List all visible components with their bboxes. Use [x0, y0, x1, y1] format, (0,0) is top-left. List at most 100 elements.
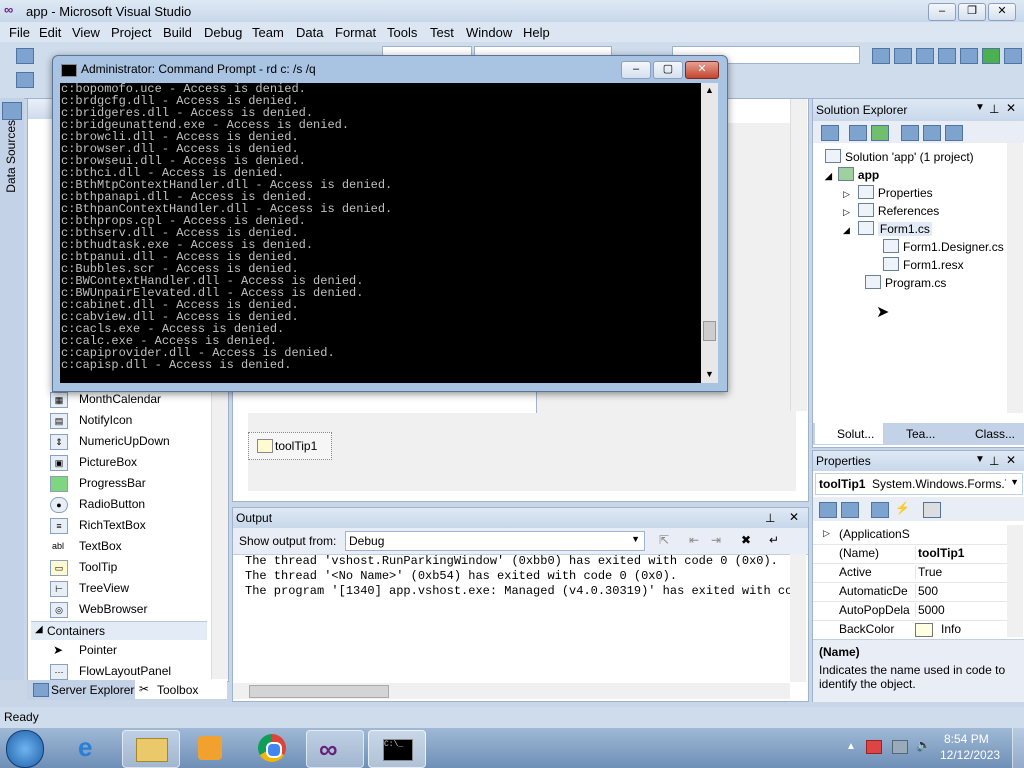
tree-properties[interactable]: ▷ Properties — [843, 185, 933, 200]
scroll-thumb[interactable] — [249, 685, 389, 698]
output-hscrollbar[interactable] — [233, 683, 790, 699]
data-sources-tab[interactable]: Data Sources — [4, 120, 18, 193]
internet-explorer-icon[interactable]: e — [62, 730, 118, 766]
cmd-close-button[interactable]: ✕ — [685, 61, 719, 79]
next-message-icon[interactable]: ⇥ — [711, 533, 721, 547]
start-button[interactable] — [6, 730, 44, 768]
property-value[interactable]: 500 — [915, 584, 1008, 598]
tab-team-explorer[interactable]: Tea... — [906, 427, 935, 441]
volume-icon[interactable]: 🔈 — [916, 738, 931, 752]
toolbox-item[interactable]: ● RadioButton — [44, 494, 224, 514]
file-explorer-icon[interactable] — [122, 730, 180, 768]
clear-all-icon[interactable]: ✖ — [741, 533, 751, 547]
refresh-icon[interactable] — [871, 125, 889, 141]
designer-scrollbar[interactable] — [790, 99, 807, 411]
show-hidden-icons[interactable]: ▲ — [846, 741, 856, 752]
close-icon[interactable]: ✕ — [1006, 101, 1016, 115]
cmd-maximize-button[interactable]: ▢ — [653, 61, 683, 79]
property-value[interactable]: Info — [941, 622, 961, 636]
scroll-up-icon[interactable]: ▲ — [705, 85, 714, 95]
command-prompt-icon[interactable]: C:\_ — [368, 730, 426, 768]
chrome-icon[interactable] — [244, 730, 300, 766]
view-designer-icon[interactable] — [923, 125, 941, 141]
toolbox-item[interactable]: ◎ WebBrowser — [44, 599, 224, 619]
toolbar-icon[interactable] — [894, 48, 912, 64]
toolbox-item[interactable]: ▣ PictureBox — [44, 452, 224, 472]
menu-file[interactable]: File — [9, 25, 30, 40]
pin-icon[interactable]: ⊥ — [989, 454, 999, 468]
close-icon[interactable]: ✕ — [1006, 453, 1016, 467]
events-icon[interactable]: ⚡ — [895, 501, 910, 515]
close-button[interactable]: ✕ — [988, 3, 1016, 21]
toolbar-icon[interactable] — [1004, 48, 1022, 64]
toolbox-item[interactable]: ▭ ToolTip — [44, 557, 224, 577]
cmd-minimize-button[interactable]: ‒ — [621, 61, 651, 79]
tab-class-view[interactable]: Class... — [975, 427, 1015, 441]
toolbar-icon[interactable] — [872, 48, 890, 64]
menu-window[interactable]: Window — [466, 25, 512, 40]
visual-studio-icon[interactable]: ∞ — [306, 730, 364, 768]
action-center-icon[interactable] — [866, 740, 882, 754]
object-selector[interactable]: toolTip1 System.Windows.Forms.T ▼ — [815, 473, 1023, 495]
property-row[interactable]: Active True — [813, 563, 1009, 583]
maximize-button[interactable]: ❐ — [958, 3, 986, 21]
menu-edit[interactable]: Edit — [39, 25, 61, 40]
show-all-files-icon[interactable] — [849, 125, 867, 141]
toolbox-item[interactable]: ▦ MonthCalendar — [44, 389, 224, 409]
toolbar-icon[interactable] — [16, 72, 34, 88]
menu-debug[interactable]: Debug — [204, 25, 242, 40]
prev-message-icon[interactable]: ⇤ — [689, 533, 699, 547]
minimize-button[interactable]: ‒ — [928, 3, 956, 21]
show-desktop-button[interactable] — [1012, 728, 1024, 768]
new-project-icon[interactable] — [16, 48, 34, 64]
alphabetical-icon[interactable] — [841, 502, 859, 518]
view-code-icon[interactable] — [901, 125, 919, 141]
property-row[interactable]: ▷ (ApplicationS — [813, 525, 1009, 545]
menu-project[interactable]: Project — [111, 25, 151, 40]
tab-server-explorer[interactable]: Server Explorer — [51, 683, 134, 697]
tree-form1-cs[interactable]: ◢ Form1.cs — [843, 221, 932, 236]
menu-tools[interactable]: Tools — [387, 25, 417, 40]
tree-project[interactable]: ◢ app — [825, 167, 879, 182]
component-tray-item[interactable]: toolTip1 — [248, 432, 332, 460]
property-row[interactable]: BackColor Info — [813, 620, 1009, 640]
dropdown-icon[interactable]: ▼ — [975, 454, 985, 465]
tree-form1-resx[interactable]: Form1.resx — [883, 257, 964, 272]
tab-solution-explorer[interactable]: Solut... — [815, 423, 883, 444]
clock-time[interactable]: 8:54 PM — [944, 732, 989, 746]
dropdown-icon[interactable]: ▼ — [975, 102, 985, 113]
tree-solution[interactable]: Solution 'app' (1 project) — [825, 149, 974, 164]
console-scrollbar[interactable]: ▲ ▼ — [701, 83, 718, 383]
menu-build[interactable]: Build — [163, 25, 192, 40]
network-icon[interactable] — [892, 740, 908, 754]
menu-team[interactable]: Team — [252, 25, 284, 40]
pin-icon[interactable]: ⊥ — [989, 102, 999, 116]
toolbar-icon[interactable] — [982, 48, 1000, 64]
menu-format[interactable]: Format — [335, 25, 376, 40]
toolbox-item[interactable]: ≡ RichTextBox — [44, 515, 224, 535]
console-screen[interactable]: c:bopomofo.uce - Access is denied. c:brd… — [60, 83, 701, 383]
tab-toolbox[interactable]: ✂ Toolbox — [135, 680, 227, 699]
toolbox-item[interactable]: ⊢ TreeView — [44, 578, 224, 598]
toolbox-item[interactable]: ProgressBar — [44, 473, 224, 493]
menu-view[interactable]: View — [72, 25, 100, 40]
scroll-down-icon[interactable]: ▼ — [705, 369, 714, 379]
toolbox-item[interactable]: ➤ Pointer — [44, 640, 224, 660]
properties-view-icon[interactable] — [871, 502, 889, 518]
toolbar-icon[interactable] — [938, 48, 956, 64]
media-player-icon[interactable] — [182, 730, 238, 766]
property-value[interactable]: 5000 — [915, 603, 1008, 617]
property-row[interactable]: AutomaticDe 500 — [813, 582, 1009, 602]
goto-icon[interactable]: ⇱ — [659, 533, 669, 547]
property-row[interactable]: (Name) toolTip1 — [813, 544, 1009, 564]
pin-icon[interactable]: ⊥ — [765, 511, 775, 525]
property-pages-icon[interactable] — [923, 502, 941, 518]
toolbox-item[interactable]: ⋯ FlowLayoutPanel — [44, 661, 224, 681]
output-vscrollbar[interactable] — [790, 554, 806, 682]
toolbox-group-containers[interactable]: ◢ Containers — [31, 621, 207, 640]
categorized-icon[interactable] — [819, 502, 837, 518]
data-sources-icon[interactable] — [2, 102, 22, 120]
menu-test[interactable]: Test — [430, 25, 454, 40]
tree-program-cs[interactable]: Program.cs — [865, 275, 946, 290]
toolbar-icon[interactable] — [960, 48, 978, 64]
